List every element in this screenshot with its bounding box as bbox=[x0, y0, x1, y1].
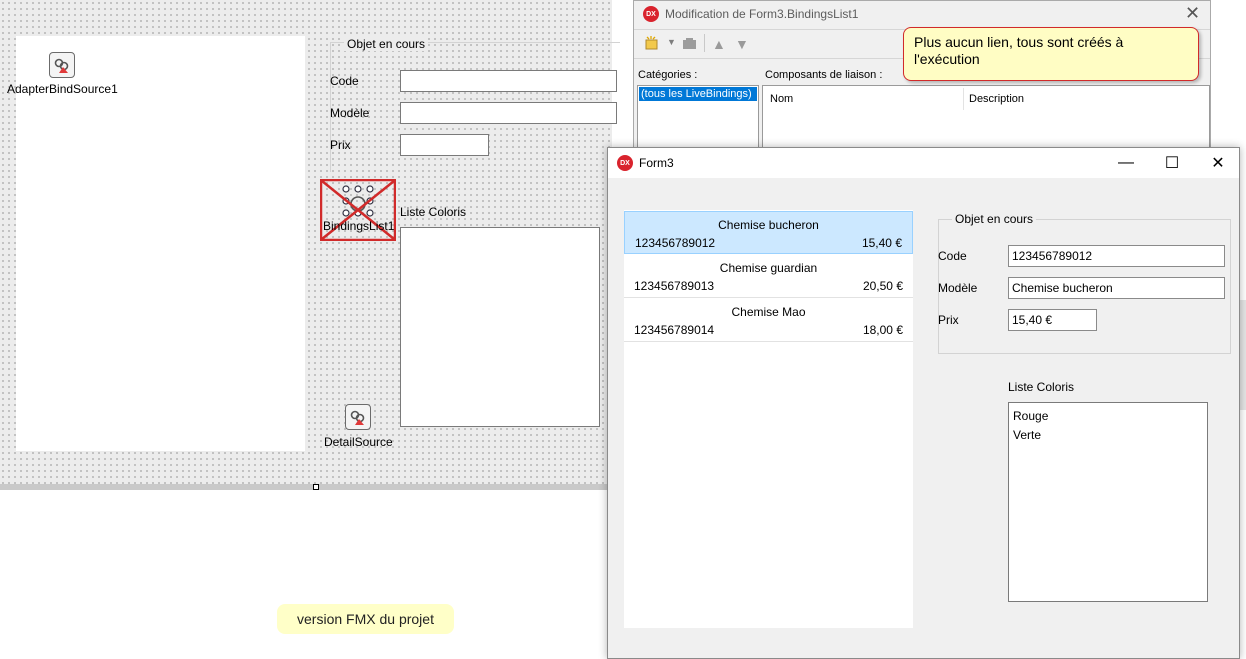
item-name: Chemise guardian bbox=[719, 261, 818, 275]
price-field[interactable]: 15,40 € bbox=[1008, 309, 1097, 331]
designer-colors-listbox[interactable] bbox=[400, 227, 600, 427]
components-grid[interactable]: Nom Description bbox=[762, 85, 1210, 151]
item-code: 123456789013 bbox=[634, 279, 715, 293]
code-label: Code bbox=[938, 249, 967, 263]
categories-label: Catégories : bbox=[638, 69, 698, 81]
item-price: 15,40 € bbox=[861, 236, 902, 250]
move-up-icon[interactable]: ▲ bbox=[712, 36, 726, 52]
form3-group-title: Objet en cours bbox=[952, 212, 1037, 226]
item-price: 18,00 € bbox=[862, 323, 903, 337]
designer-model-label: Modèle bbox=[330, 106, 370, 120]
editor-close-icon[interactable]: ✕ bbox=[1185, 3, 1200, 24]
components-label: Composants de liaison : bbox=[765, 69, 883, 81]
item-price: 20,50 € bbox=[862, 279, 903, 293]
toolbar-separator bbox=[704, 34, 705, 52]
designer-colors-label: Liste Coloris bbox=[400, 205, 467, 219]
column-divider bbox=[963, 88, 964, 110]
category-item-all[interactable]: (tous les LiveBindings) bbox=[639, 87, 757, 101]
resize-handle[interactable] bbox=[313, 484, 319, 490]
model-label: Modèle bbox=[938, 281, 978, 295]
background-window-edge bbox=[1240, 300, 1246, 410]
delete-binding-icon[interactable] bbox=[681, 35, 699, 54]
colors-label: Liste Coloris bbox=[1008, 380, 1075, 394]
colors-listbox[interactable]: Rouge Verte bbox=[1008, 402, 1208, 602]
price-label: Prix bbox=[938, 313, 959, 327]
code-field[interactable]: 123456789012 bbox=[1008, 245, 1225, 267]
new-binding-icon[interactable] bbox=[644, 35, 662, 54]
designer-list-panel[interactable] bbox=[16, 36, 305, 451]
item-code: 123456789014 bbox=[634, 323, 715, 337]
list-item[interactable]: Chemise bucheron 123456789012 15,40 € bbox=[624, 211, 913, 254]
adapter-bind-source-label: AdapterBindSource1 bbox=[7, 82, 118, 96]
model-field[interactable]: Chemise bucheron bbox=[1008, 277, 1225, 299]
version-note: version FMX du projet bbox=[277, 604, 454, 634]
column-header-name[interactable]: Nom bbox=[770, 93, 793, 105]
item-name: Chemise Mao bbox=[731, 305, 806, 319]
designer-code-label: Code bbox=[330, 74, 359, 88]
annotation-callout: Plus aucun lien, tous sont créés à l'exé… bbox=[903, 27, 1199, 81]
detail-source-component[interactable] bbox=[345, 404, 371, 430]
link-icon bbox=[350, 410, 365, 425]
designer-bottom-border bbox=[0, 484, 612, 490]
item-code: 123456789012 bbox=[635, 236, 716, 250]
list-item[interactable]: Chemise Mao 123456789014 18,00 € bbox=[624, 299, 913, 342]
item-name: Chemise bucheron bbox=[718, 218, 819, 232]
list-item[interactable]: Rouge bbox=[1013, 407, 1203, 426]
designer-price-label: Prix bbox=[330, 138, 351, 152]
list-item[interactable]: Verte bbox=[1013, 426, 1203, 445]
dx-logo-icon: DX bbox=[617, 155, 633, 171]
designer-group-title: Objet en cours bbox=[344, 37, 429, 51]
editor-title: Modification de Form3.BindingsList1 bbox=[665, 7, 859, 21]
link-icon bbox=[54, 58, 69, 73]
list-item[interactable]: Chemise guardian 123456789013 20,50 € bbox=[624, 255, 913, 298]
dx-logo-icon: DX bbox=[643, 6, 659, 22]
adapter-bind-source-component[interactable] bbox=[49, 52, 75, 78]
dropdown-arrow-icon[interactable]: ▼ bbox=[667, 37, 676, 47]
bindings-list-label: BindingsList1 bbox=[323, 219, 395, 233]
designer-model-edit[interactable] bbox=[400, 102, 617, 124]
move-down-icon[interactable]: ▼ bbox=[735, 36, 749, 52]
form3-window[interactable]: DX Form3 — ☐ ✕ Chemise bucheron 12345678… bbox=[607, 147, 1240, 659]
column-header-description[interactable]: Description bbox=[969, 93, 1024, 105]
form3-title: Form3 bbox=[639, 156, 674, 170]
form3-titlebar[interactable]: DX Form3 — ☐ ✕ bbox=[608, 148, 1239, 178]
minimize-icon[interactable]: — bbox=[1103, 148, 1149, 178]
close-icon[interactable]: ✕ bbox=[1195, 148, 1241, 178]
designer-price-edit[interactable] bbox=[400, 134, 489, 156]
categories-list[interactable]: (tous les LiveBindings) bbox=[637, 85, 759, 151]
detail-source-label: DetailSource bbox=[324, 435, 393, 449]
maximize-icon[interactable]: ☐ bbox=[1149, 148, 1195, 178]
designer-code-edit[interactable] bbox=[400, 70, 617, 92]
